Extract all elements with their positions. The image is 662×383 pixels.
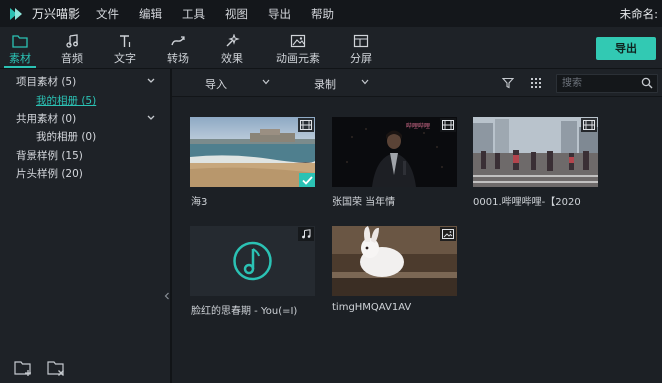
menu-help[interactable]: 帮助	[311, 6, 334, 22]
media-caption: 张国荣 当年情	[332, 197, 396, 208]
tab-label: 动画元素	[276, 52, 320, 65]
tree-item-my-album-shared[interactable]: 我的相册 (0)	[36, 129, 96, 144]
folder-icon	[0, 33, 40, 49]
import-dropdown[interactable]: 导入	[205, 76, 270, 92]
effects-icon	[212, 33, 252, 49]
export-button[interactable]: 导出	[596, 37, 656, 60]
media-caption: 0001.哔哩哔哩-【2020	[473, 197, 581, 208]
media-thumbnail[interactable]: 哔哩哔哩	[332, 117, 457, 187]
menu-edit[interactable]: 编辑	[139, 6, 162, 22]
tab-label: 文字	[114, 52, 136, 65]
title-bar: 万兴喵影 文件 编辑 工具 视图 导出 帮助 未命名:	[0, 0, 662, 27]
media-caption: 脸红的思春期 - You(=I)	[191, 306, 298, 317]
tab-media[interactable]: 素材	[0, 33, 40, 68]
record-dropdown[interactable]: 录制	[314, 76, 369, 92]
image-icon	[270, 33, 326, 49]
chevron-down-icon	[361, 79, 369, 85]
rabbit-photo-image	[332, 226, 457, 296]
video-type-icon	[440, 118, 456, 132]
menu-file[interactable]: 文件	[96, 6, 119, 22]
tree-item-background-samples[interactable]: 背景样例 (15)	[16, 148, 83, 163]
tab-effects[interactable]: 效果	[212, 33, 252, 66]
delete-folder-icon[interactable]	[47, 359, 67, 377]
music-note-icon	[298, 227, 314, 241]
tab-label: 音频	[61, 52, 83, 65]
search-box	[556, 74, 658, 93]
app-name: 万兴喵影	[32, 7, 81, 21]
split-screen-icon	[341, 33, 381, 49]
new-folder-icon[interactable]	[14, 359, 34, 377]
grid-view-icon[interactable]	[530, 77, 542, 89]
watermark-text: 哔哩哔哩	[406, 123, 431, 130]
chevron-down-icon[interactable]	[146, 76, 156, 86]
menu-export[interactable]: 导出	[268, 6, 291, 22]
text-icon	[105, 33, 145, 49]
tab-animated-elements[interactable]: 动画元素	[270, 33, 326, 66]
transition-icon	[158, 33, 198, 49]
media-thumbnail[interactable]	[190, 226, 315, 296]
media-thumbnail[interactable]	[332, 226, 457, 296]
media-caption: timgHMQAV1AV	[332, 302, 412, 313]
added-checkmark-icon	[299, 173, 315, 187]
tree-item-shared-media[interactable]: 共用素材 (0)	[16, 111, 76, 126]
tab-transitions[interactable]: 转场	[158, 33, 198, 66]
beach-scene-image	[190, 117, 315, 187]
record-label: 录制	[314, 78, 336, 91]
import-label: 导入	[205, 78, 227, 91]
tab-split-screen[interactable]: 分屏	[341, 33, 381, 66]
audio-placeholder-icon	[233, 241, 272, 281]
filter-icon[interactable]	[502, 77, 514, 89]
video-type-icon	[581, 118, 597, 132]
tab-label: 素材	[9, 52, 31, 65]
document-title: 未命名:	[619, 7, 658, 21]
media-toolbar: 素材 音频 文字 转场 效果 动画元素 分屏 导出	[0, 27, 662, 69]
media-thumbnail[interactable]	[473, 117, 598, 187]
chevron-down-icon[interactable]	[146, 113, 156, 123]
tab-label: 转场	[167, 52, 189, 65]
tree-item-project-media[interactable]: 项目素材 (5)	[16, 74, 76, 89]
menu-tools[interactable]: 工具	[182, 6, 205, 22]
media-caption: 海3	[191, 197, 208, 208]
tab-audio[interactable]: 音频	[52, 33, 92, 66]
tab-label: 效果	[221, 52, 243, 65]
chevron-down-icon	[262, 79, 270, 85]
tree-item-intro-samples[interactable]: 片头样例 (20)	[16, 166, 83, 181]
image-type-icon	[440, 227, 456, 241]
tab-label: 分屏	[350, 52, 372, 65]
tree-item-my-album-project[interactable]: 我的相册 (5)	[36, 93, 96, 108]
media-thumbnail[interactable]	[190, 117, 315, 187]
concert-scene-image	[332, 117, 457, 187]
search-input[interactable]	[562, 76, 636, 90]
media-content-area: 导入 录制 搜索 海3 哔哩哔哩 张国荣 当年情 0001.哔哩哔哩-【2020…	[172, 69, 662, 383]
app-logo-icon	[6, 4, 26, 24]
street-scene-image	[473, 117, 598, 187]
media-subtoolbar: 导入 录制	[172, 69, 662, 97]
menu-view[interactable]: 视图	[225, 6, 248, 22]
menu-bar: 文件 编辑 工具 视图 导出 帮助	[96, 6, 354, 22]
media-library-sidebar: 项目素材 (5) 我的相册 (5) 共用素材 (0) 我的相册 (0) 背景样例…	[0, 69, 170, 383]
music-note-icon	[52, 33, 92, 49]
video-type-icon	[298, 118, 314, 132]
search-icon[interactable]	[641, 77, 653, 89]
tab-text[interactable]: 文字	[105, 33, 145, 66]
